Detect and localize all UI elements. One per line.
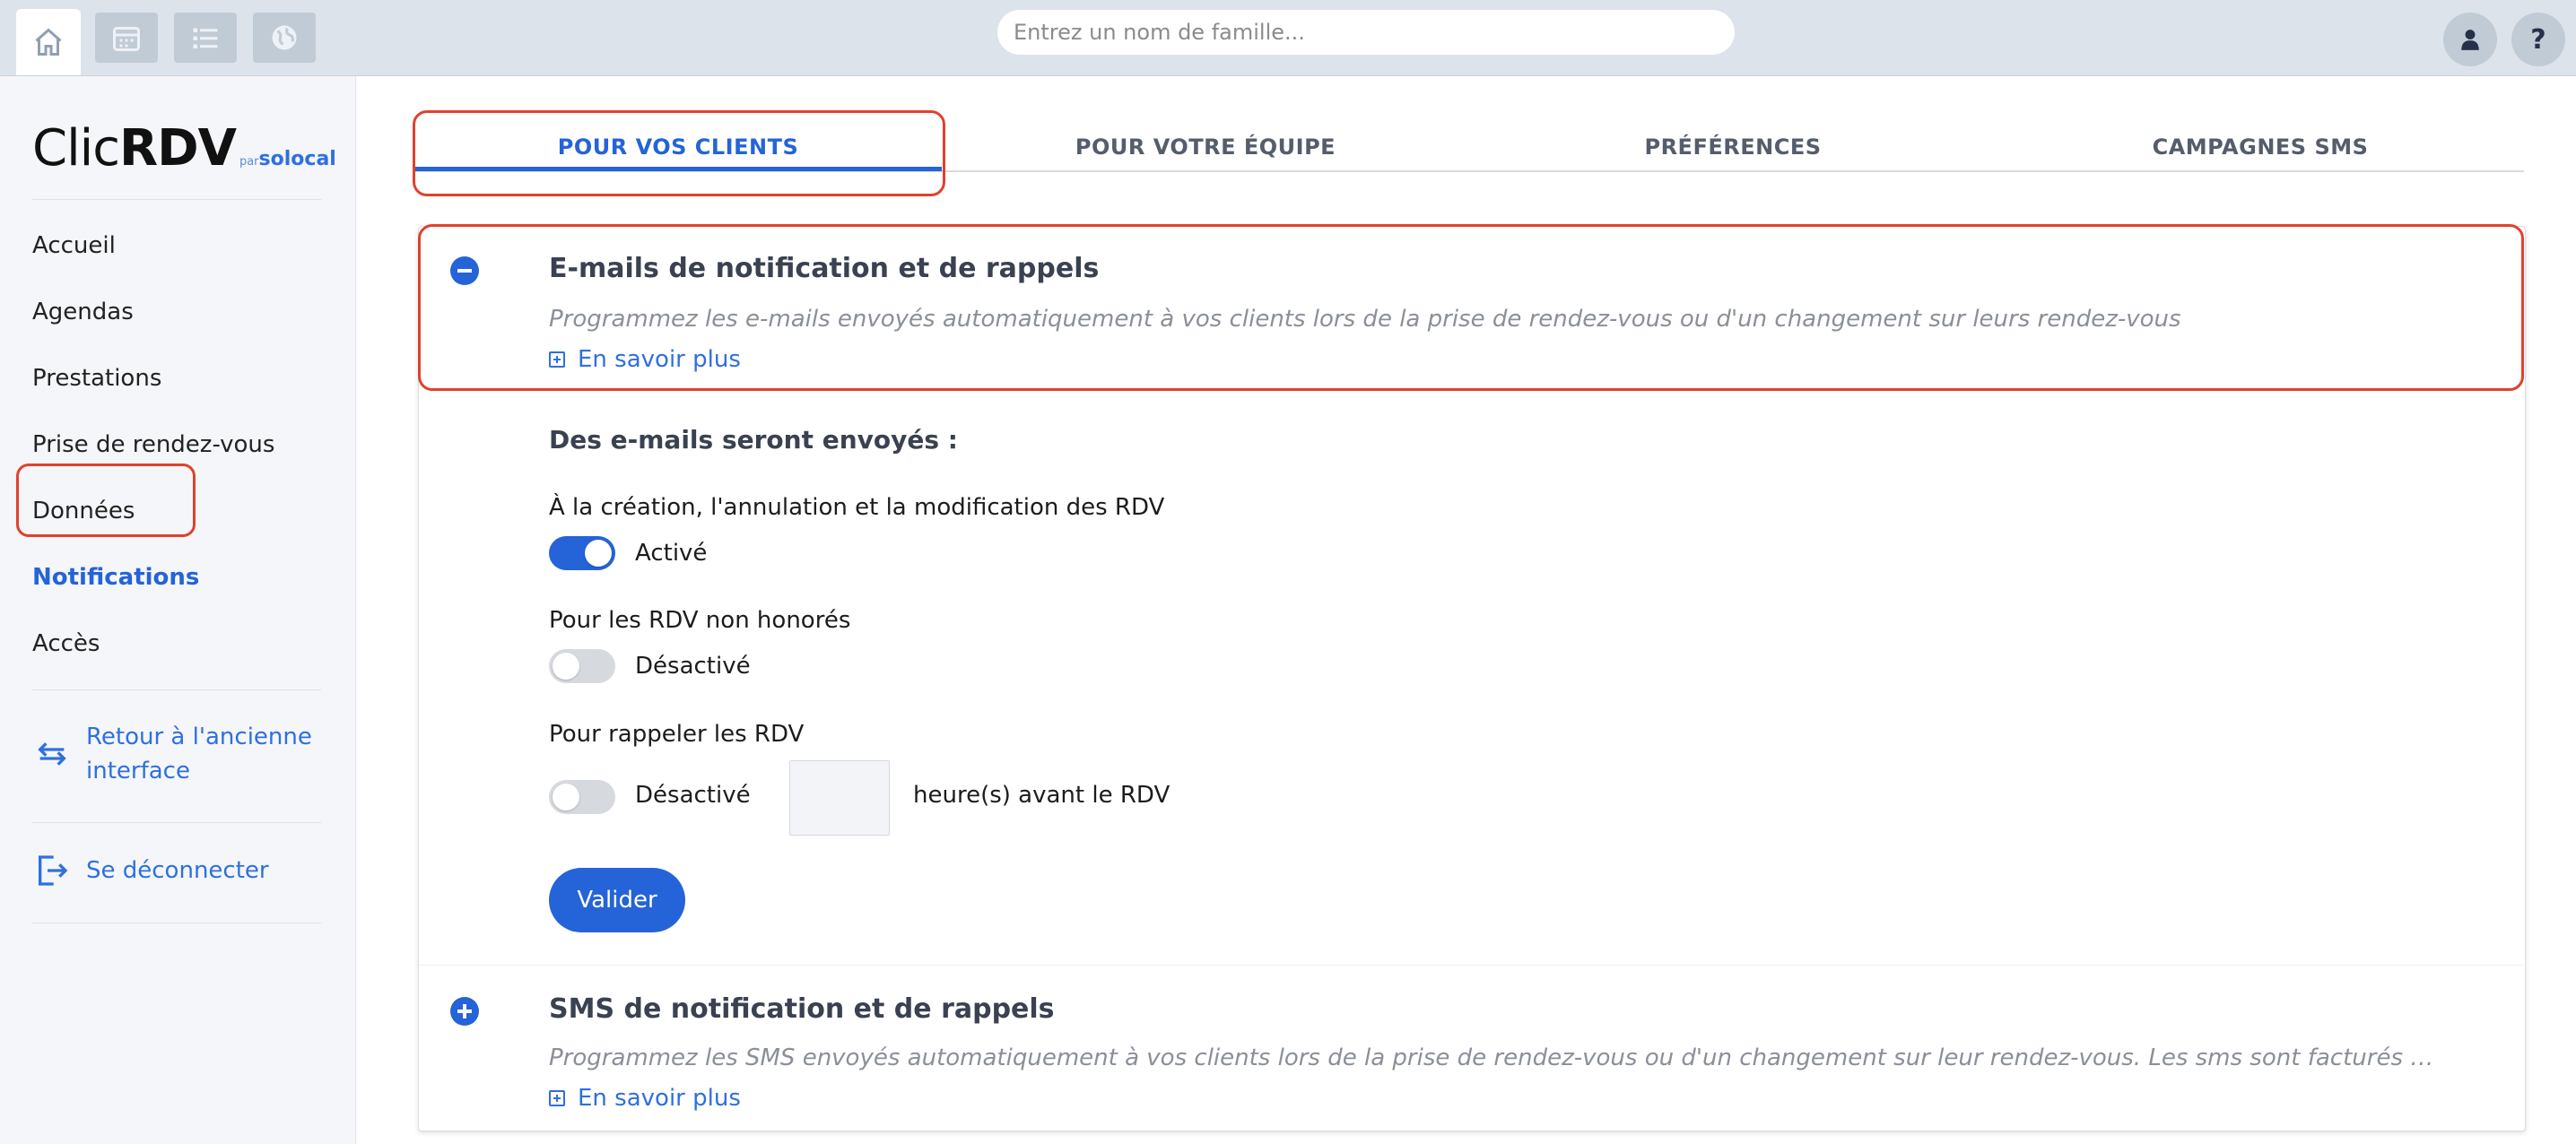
expand-plus-icon <box>549 1090 565 1106</box>
home-button[interactable] <box>16 9 81 75</box>
sidebar-item-prise-de-rendez-vous[interactable]: Prise de rendez-vous <box>32 431 274 458</box>
tab-preferences[interactable]: PRÉFÉRENCES <box>1469 134 1997 160</box>
calendar-icon <box>113 27 140 51</box>
calendar-button[interactable] <box>95 13 158 63</box>
sms-more-link[interactable]: En savoir plus <box>549 1085 741 1112</box>
toggle-non-honores[interactable] <box>549 649 615 683</box>
globe-icon <box>272 25 297 50</box>
user-button[interactable] <box>2443 13 2497 66</box>
logout-link[interactable]: Se déconnecter <box>86 854 269 888</box>
swap-arrows-icon <box>38 742 66 766</box>
sidebar-item-notifications[interactable]: Notifications <box>32 564 199 591</box>
hours-suffix: heure(s) avant le RDV <box>913 782 1171 809</box>
sidebar-item-prestations[interactable]: Prestations <box>32 365 161 392</box>
home-icon <box>35 28 62 56</box>
sidebar-divider <box>32 822 321 823</box>
logout-icon <box>39 855 68 886</box>
logo: ClicRDV parsolocal <box>32 119 336 178</box>
list-button[interactable] <box>174 13 237 63</box>
toggle-state-creation: Activé <box>635 540 708 567</box>
help-button[interactable]: ? <box>2511 13 2565 66</box>
sms-section-title: SMS de notification et de rappels <box>549 993 1055 1025</box>
emails-subtitle: Des e-mails seront envoyés : <box>549 425 958 455</box>
option-label-creation: À la création, l'annulation et la modifi… <box>549 494 1165 521</box>
logo-rdv: RDV <box>119 119 237 178</box>
sidebar-item-accueil[interactable]: Accueil <box>32 232 116 259</box>
email-section-highlight <box>418 224 2524 391</box>
sms-section-description: Programmez les SMS envoyés automatiqueme… <box>549 1044 2441 1071</box>
tab-pour-votre-equipe[interactable]: POUR VOTRE ÉQUIPE <box>942 134 1469 160</box>
toggle-rappel[interactable] <box>549 780 615 814</box>
back-link-line2: interface <box>86 758 190 784</box>
list-icon <box>193 28 218 48</box>
top-bar: ? <box>0 0 2576 76</box>
toggle-creation[interactable] <box>549 536 615 570</box>
option-label-rappel: Pour rappeler les RDV <box>549 721 805 748</box>
logo-clic: Clic <box>32 119 120 178</box>
back-link-line1: Retour à l'ancienne <box>86 724 312 750</box>
expand-circle-plus-icon[interactable] <box>450 997 479 1026</box>
valider-button[interactable]: Valider <box>549 868 685 932</box>
toggle-state-non-honores: Désactivé <box>635 653 751 680</box>
sidebar-item-acces[interactable]: Accès <box>32 630 100 657</box>
help-icon: ? <box>2530 23 2546 56</box>
sidebar-divider <box>32 689 321 690</box>
tab-campagnes-sms[interactable]: CAMPAGNES SMS <box>1997 134 2524 160</box>
option-label-non-honores: Pour les RDV non honorés <box>549 607 851 634</box>
notifications-highlight <box>16 464 196 537</box>
logo-solocal: solocal <box>258 148 336 170</box>
search-input[interactable] <box>997 10 1735 55</box>
logo-par: par <box>239 155 259 169</box>
user-icon <box>2461 30 2479 50</box>
hours-before-input[interactable] <box>789 760 890 836</box>
sidebar-item-agendas[interactable]: Agendas <box>32 299 134 325</box>
section-separator <box>419 965 2523 966</box>
sms-more-label: En savoir plus <box>578 1085 741 1112</box>
sidebar-divider <box>32 199 321 200</box>
toggle-state-rappel: Désactivé <box>635 782 751 809</box>
tab-highlight <box>413 110 945 196</box>
globe-button[interactable] <box>253 13 316 63</box>
sidebar: ClicRDV parsolocal Accueil Agendas Presta… <box>0 76 356 1144</box>
back-old-interface-link[interactable]: Retour à l'ancienne interface <box>86 720 312 788</box>
